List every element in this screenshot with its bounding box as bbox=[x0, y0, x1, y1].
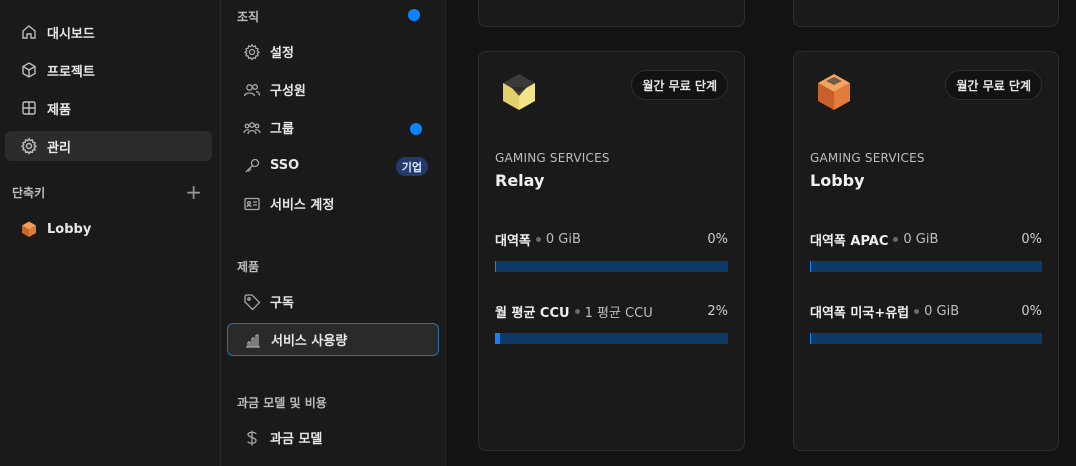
metric-value: 0 GiB bbox=[903, 231, 939, 247]
cube-icon bbox=[20, 61, 38, 79]
metric-row: 대역폭 APAC 0 GiB 0% bbox=[810, 230, 1042, 249]
usage-bar-fill bbox=[810, 333, 811, 344]
metric-percent: 0% bbox=[707, 231, 728, 247]
subnav-item-service-usage[interactable]: 서비스 사용량 bbox=[227, 323, 439, 356]
service-name: Relay bbox=[495, 171, 545, 190]
free-tier-pill: 월간 무료 단계 bbox=[631, 70, 728, 100]
nav-item-label: 관리 bbox=[47, 140, 71, 156]
gear-icon bbox=[243, 43, 261, 61]
subnav-label: SSO bbox=[270, 158, 300, 173]
nav-item-admin[interactable]: 관리 bbox=[5, 131, 212, 161]
nav-item-label: 대시보드 bbox=[47, 26, 95, 42]
separator-dot bbox=[893, 236, 899, 242]
shortcuts-header: 단축키 + bbox=[12, 182, 202, 202]
subnav-item-service-accounts[interactable]: 서비스 계정 bbox=[227, 187, 439, 220]
gear-icon bbox=[20, 137, 38, 155]
key-icon bbox=[243, 157, 261, 175]
service-name: Lobby bbox=[810, 171, 865, 190]
usage-bar-fill bbox=[495, 261, 496, 272]
metric-value: 0 GiB bbox=[545, 231, 581, 247]
service-category: GAMING SERVICES bbox=[495, 151, 610, 165]
subnav-item-members[interactable]: 구성원 bbox=[227, 73, 439, 106]
service-card-lobby[interactable]: 월간 무료 단계 GAMING SERVICES Lobby 대역폭 APAC … bbox=[793, 51, 1059, 451]
usage-bar bbox=[495, 333, 728, 344]
metric-label: 대역폭 미국+유럽 bbox=[810, 305, 910, 321]
metric-percent: 0% bbox=[1021, 231, 1042, 247]
lobby-logo-icon bbox=[20, 220, 38, 238]
metric-label: 대역폭 APAC bbox=[810, 233, 889, 249]
subnav-label: 구독 bbox=[270, 296, 294, 311]
metric-row: 대역폭 0 GiB 0% bbox=[495, 230, 728, 249]
nav-item-label: 프로젝트 bbox=[47, 64, 95, 80]
separator-dot bbox=[914, 308, 920, 314]
section-label-org: 조직 bbox=[237, 10, 260, 24]
subnav-item-billing-model[interactable]: 과금 모델 bbox=[227, 421, 439, 454]
usage-bar bbox=[810, 261, 1042, 272]
service-card-relay[interactable]: 월간 무료 단계 GAMING SERVICES Relay 대역폭 0 GiB… bbox=[478, 51, 745, 451]
separator-dot bbox=[535, 236, 541, 242]
subnav-item-settings[interactable]: 설정 bbox=[227, 35, 439, 68]
metric-percent: 2% bbox=[707, 303, 728, 319]
subnav-label: 설정 bbox=[270, 46, 294, 61]
admin-subnav: 조직 설정 구성원 그룹 SSO 기업 서비스 계정 제품 구독 서비스 사용량… bbox=[221, 0, 446, 466]
subnav-label: 서비스 계정 bbox=[270, 198, 335, 213]
subnav-label: 구성원 bbox=[270, 84, 306, 99]
enterprise-badge: 기업 bbox=[395, 157, 428, 176]
shortcut-item-lobby[interactable]: Lobby bbox=[5, 214, 212, 244]
group-icon bbox=[243, 119, 261, 137]
home-icon bbox=[20, 23, 38, 41]
org-notification-dot bbox=[408, 9, 420, 21]
dollar-icon bbox=[243, 429, 261, 447]
usage-bar bbox=[495, 261, 728, 272]
service-card-top-left bbox=[478, 0, 745, 27]
groups-notification-dot bbox=[410, 123, 422, 135]
nav-item-label: 제품 bbox=[47, 102, 71, 118]
service-card-top-right bbox=[793, 0, 1059, 27]
shortcuts-label: 단축키 bbox=[12, 185, 46, 200]
nav-item-products[interactable]: 제품 bbox=[5, 93, 212, 123]
usage-bar-fill bbox=[810, 261, 811, 272]
metric-value: 0 GiB bbox=[924, 303, 960, 319]
left-nav: 대시보드 프로젝트 제품 관리 단축키 + Lobby bbox=[0, 0, 221, 466]
section-label-billing: 과금 모델 및 비용 bbox=[237, 396, 327, 410]
subnav-item-subscriptions[interactable]: 구독 bbox=[227, 285, 439, 318]
metric-row: 월 평균 CCU 1 평균 CCU 2% bbox=[495, 302, 728, 321]
relay-logo-icon bbox=[503, 74, 535, 110]
usage-bar bbox=[810, 333, 1042, 344]
metric-row: 대역폭 미국+유럽 0 GiB 0% bbox=[810, 302, 1042, 321]
nav-item-dashboard[interactable]: 대시보드 bbox=[5, 17, 212, 47]
free-tier-pill: 월간 무료 단계 bbox=[945, 70, 1042, 100]
lobby-logo-icon bbox=[818, 74, 850, 110]
usage-bar-fill bbox=[495, 333, 500, 344]
grid-icon bbox=[20, 99, 38, 117]
tag-icon bbox=[243, 293, 261, 311]
subnav-label: 그룹 bbox=[270, 122, 294, 137]
metric-label: 대역폭 bbox=[495, 233, 531, 249]
bar-chart-icon bbox=[244, 331, 262, 349]
id-card-icon bbox=[243, 195, 261, 213]
nav-item-projects[interactable]: 프로젝트 bbox=[5, 55, 212, 85]
users-icon bbox=[243, 81, 261, 99]
subnav-item-groups[interactable]: 그룹 bbox=[227, 111, 439, 144]
separator-dot bbox=[574, 308, 580, 314]
subnav-label: 서비스 사용량 bbox=[271, 334, 348, 349]
subnav-label: 과금 모델 bbox=[270, 432, 323, 447]
metric-percent: 0% bbox=[1021, 303, 1042, 319]
shortcut-label: Lobby bbox=[47, 221, 92, 237]
metric-label: 월 평균 CCU bbox=[495, 305, 570, 321]
add-shortcut-icon[interactable]: + bbox=[185, 182, 202, 202]
service-category: GAMING SERVICES bbox=[810, 151, 925, 165]
section-label-products: 제품 bbox=[237, 260, 260, 274]
metric-value: 1 평균 CCU bbox=[584, 305, 653, 321]
